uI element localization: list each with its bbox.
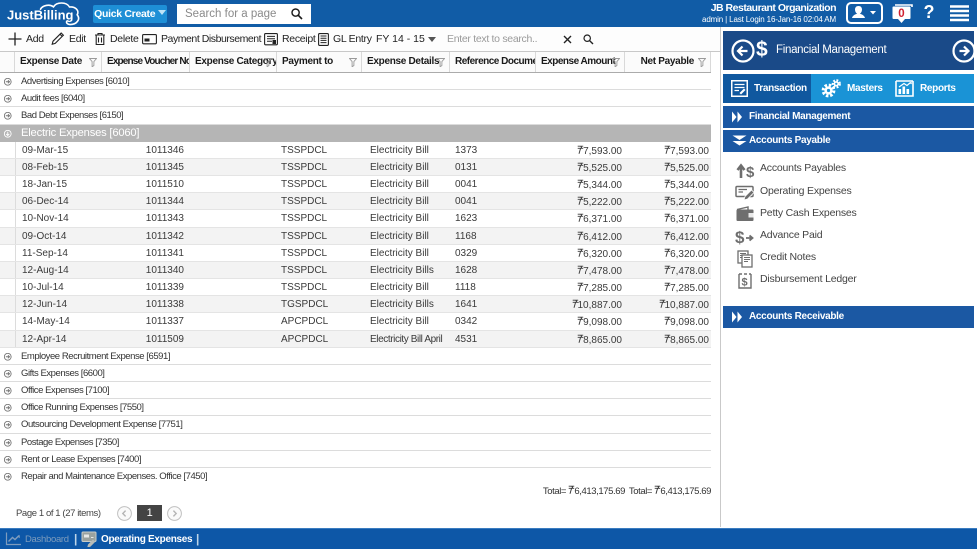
svg-text:$: $ xyxy=(735,228,745,247)
svg-text:$: $ xyxy=(746,164,755,180)
svg-text:0: 0 xyxy=(898,8,904,20)
svg-text:$: $ xyxy=(742,277,748,289)
